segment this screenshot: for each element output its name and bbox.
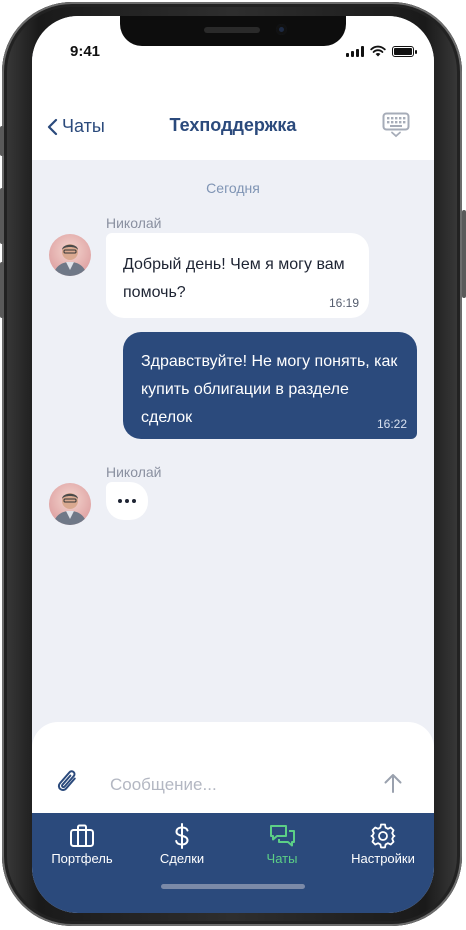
volume-down-button — [0, 262, 4, 318]
wifi-icon — [370, 45, 386, 57]
status-time: 9:41 — [70, 43, 101, 60]
avatar[interactable] — [49, 483, 91, 525]
tab-deals[interactable]: Сделки — [132, 813, 232, 873]
incoming-message: Добрый день! Чем я могу вам помочь? 16:1… — [106, 233, 369, 318]
date-separator: Сегодня — [206, 180, 260, 196]
avatar-person-icon — [53, 493, 87, 525]
tab-label: Чаты — [266, 851, 298, 866]
home-indicator[interactable] — [161, 884, 305, 889]
typing-dot — [132, 499, 136, 503]
keyboard-icon[interactable] — [382, 112, 410, 138]
message-composer — [32, 722, 434, 822]
typing-dot — [125, 499, 129, 503]
briefcase-icon — [70, 824, 94, 847]
phone-screen: 9:41 Чаты Техподдержка Сегодня Николай Д… — [32, 16, 434, 913]
typing-author: Николай — [106, 464, 162, 480]
message-author: Николай — [106, 215, 162, 231]
front-camera — [276, 24, 287, 35]
outgoing-message: Здравствуйте! Не могу понять, как купить… — [123, 332, 417, 439]
status-icons — [346, 43, 417, 57]
paperclip-icon[interactable] — [54, 767, 82, 797]
volume-up-button — [0, 188, 4, 244]
chat-icon — [270, 825, 295, 847]
tab-portfolio[interactable]: Портфель — [32, 813, 132, 873]
message-text: Здравствуйте! Не могу понять, как купить… — [141, 353, 398, 426]
cellular-signal-icon — [346, 46, 364, 57]
power-button — [462, 210, 466, 298]
gear-icon — [370, 823, 396, 849]
tab-label: Портфель — [51, 851, 113, 866]
speaker-grille — [204, 27, 260, 33]
message-input[interactable] — [108, 770, 362, 800]
message-time: 16:22 — [376, 417, 407, 431]
typing-dot — [118, 499, 122, 503]
mute-switch — [0, 126, 4, 156]
battery-icon — [392, 46, 417, 57]
tab-settings[interactable]: Настройки — [332, 813, 434, 873]
typing-indicator — [106, 482, 148, 520]
tab-label: Настройки — [351, 851, 415, 866]
dollar-icon — [175, 823, 189, 849]
message-time: 16:19 — [328, 296, 359, 310]
device-notch — [120, 16, 346, 46]
tab-label: Сделки — [159, 851, 205, 866]
page-title: Техподдержка — [169, 115, 297, 135]
avatar[interactable] — [49, 234, 91, 276]
send-arrow-icon[interactable] — [382, 772, 404, 794]
avatar-person-icon — [53, 244, 87, 276]
tab-bar: Портфель Сделки Чаты Настройки — [32, 813, 434, 913]
tab-chats[interactable]: Чаты — [232, 813, 332, 873]
